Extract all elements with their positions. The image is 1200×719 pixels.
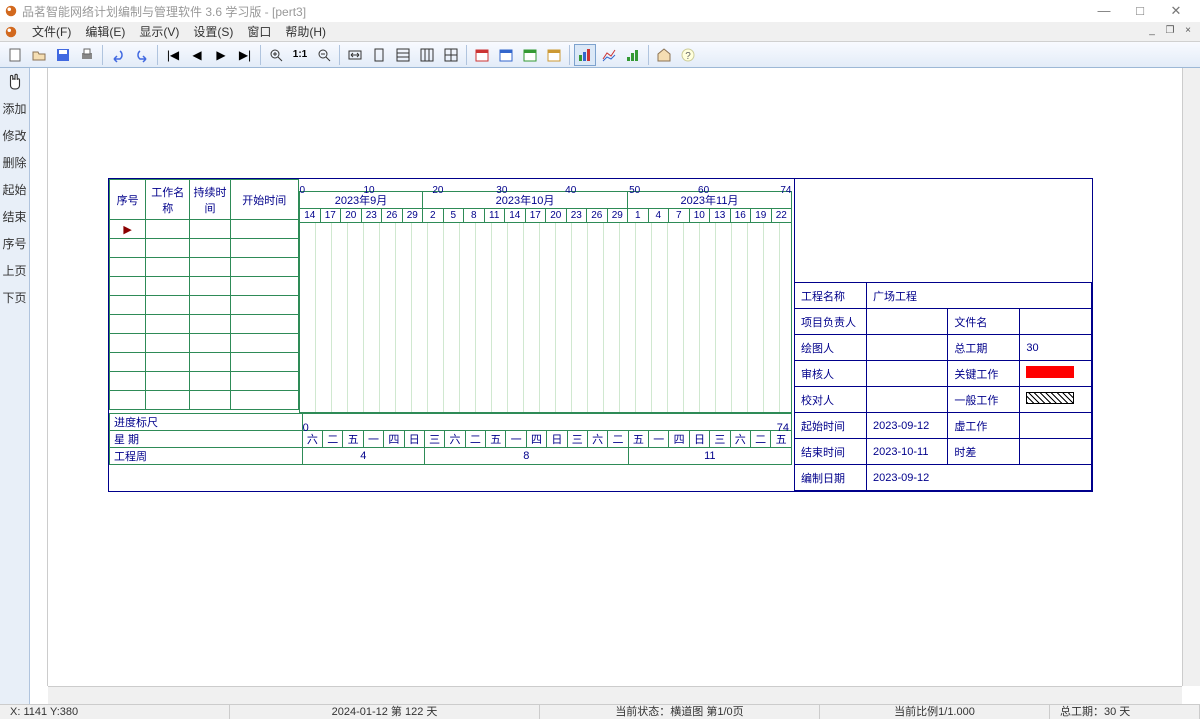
menu-view[interactable]: 显示(V)	[133, 21, 185, 42]
sidebar-delete[interactable]: 删除	[2, 150, 28, 175]
print-button[interactable]	[76, 44, 98, 66]
timeline-days-row: 1417202326292581114172023262914710131619…	[300, 208, 792, 222]
end-date-value: 2023-10-11	[867, 439, 948, 465]
redo-button[interactable]	[131, 44, 153, 66]
proj-name-value: 广场工程	[867, 283, 1092, 309]
table-row[interactable]	[110, 296, 299, 315]
gantt-area[interactable]	[299, 223, 792, 413]
minimize-button[interactable]: ―	[1090, 3, 1118, 19]
mdi-close[interactable]: ×	[1180, 25, 1196, 39]
app-icon	[4, 4, 18, 18]
menu-help[interactable]: 帮助(H)	[279, 21, 332, 42]
app-icon-small	[4, 25, 18, 39]
sidebar-end[interactable]: 结束	[2, 204, 28, 229]
maximize-button[interactable]: □	[1126, 3, 1154, 19]
help-button[interactable]: ?	[677, 44, 699, 66]
normal-legend-icon	[1026, 392, 1074, 404]
zoom-in-button[interactable]	[265, 44, 287, 66]
menu-bar: 文件(F) 编辑(E) 显示(V) 设置(S) 窗口 帮助(H) _ ❐ ×	[0, 22, 1200, 42]
menu-file[interactable]: 文件(F)	[26, 21, 77, 42]
menu-settings[interactable]: 设置(S)	[187, 21, 239, 42]
mdi-restore[interactable]: ❐	[1162, 25, 1178, 39]
total-duration-value: 30	[1020, 335, 1092, 361]
header-start: 开始时间	[230, 180, 298, 220]
table-row[interactable]	[110, 239, 299, 258]
canvas-area: 序号 工作名称 持续时间 开始时间 ▶	[30, 68, 1200, 704]
svg-text:?: ?	[685, 51, 691, 62]
start-date-value: 2023-09-12	[867, 413, 948, 439]
table-row[interactable]	[110, 277, 299, 296]
grid3-button[interactable]	[440, 44, 462, 66]
menu-edit[interactable]: 编辑(E)	[79, 21, 131, 42]
status-coords: X: 1141 Y:380	[0, 705, 230, 719]
prev-button[interactable]: ◀	[186, 44, 208, 66]
table-row[interactable]	[110, 391, 299, 410]
sidebar-add[interactable]: 添加	[2, 96, 28, 121]
month-1: 2023年9月	[300, 191, 423, 208]
sidebar-start[interactable]: 起始	[2, 177, 28, 202]
toolbar: |◀ ◀ ▶ ▶| 1:1 ?	[0, 42, 1200, 68]
zoom-11-button[interactable]: 1:1	[289, 44, 311, 66]
chart3-button[interactable]	[622, 44, 644, 66]
critical-legend-icon	[1026, 366, 1074, 378]
header-seq: 序号	[110, 180, 146, 220]
mdi-minimize[interactable]: _	[1144, 25, 1160, 39]
sidebar-modify[interactable]: 修改	[2, 123, 28, 148]
sidebar-next[interactable]: 下页	[2, 285, 28, 310]
sidebar-seq[interactable]: 序号	[2, 231, 28, 256]
zoom-out-button[interactable]	[313, 44, 335, 66]
fit-height-button[interactable]	[368, 44, 390, 66]
status-state: 当前状态：横道图 第1/0页	[540, 705, 820, 719]
next-button[interactable]: ▶	[210, 44, 232, 66]
vertical-scrollbar[interactable]	[1182, 68, 1200, 686]
window-title: 品茗智能网络计划编制与管理软件 3.6 学习版 - [pert3]	[22, 3, 1090, 20]
eng-week-label: 工程周	[110, 447, 303, 464]
row-marker-icon: ▶	[123, 224, 131, 236]
header-duration: 持续时间	[190, 180, 230, 220]
sidebar-prev[interactable]: 上页	[2, 258, 28, 283]
table-row[interactable]	[110, 353, 299, 372]
table-row[interactable]: ▶	[110, 220, 299, 239]
save-button[interactable]	[52, 44, 74, 66]
last-button[interactable]: ▶|	[234, 44, 256, 66]
header-name: 工作名称	[146, 180, 190, 220]
chart1-button[interactable]	[574, 44, 596, 66]
status-total: 总工期：30 天	[1050, 705, 1200, 719]
menu-window[interactable]: 窗口	[241, 21, 277, 42]
made-date-value: 2023-09-12	[867, 465, 1092, 491]
chart2-button[interactable]	[598, 44, 620, 66]
fit-width-button[interactable]	[344, 44, 366, 66]
cal3-button[interactable]	[519, 44, 541, 66]
status-scale: 当前比例1/1.000	[820, 705, 1050, 719]
gantt-chart: 序号 工作名称 持续时间 开始时间 ▶	[108, 178, 1093, 492]
hand-icon[interactable]	[5, 72, 25, 90]
month-3: 2023年11月	[628, 191, 792, 208]
first-button[interactable]: |◀	[162, 44, 184, 66]
horizontal-scrollbar[interactable]	[48, 686, 1182, 704]
left-sidebar: 添加 修改 删除 起始 结束 序号 上页 下页	[0, 68, 30, 704]
info-panel: 工程名称广场工程 项目负责人文件名 绘图人总工期30 审核人关键工作 校对人一般…	[794, 179, 1092, 491]
table-row[interactable]	[110, 315, 299, 334]
new-button[interactable]	[4, 44, 26, 66]
open-button[interactable]	[28, 44, 50, 66]
table-row[interactable]	[110, 372, 299, 391]
home-button[interactable]	[653, 44, 675, 66]
cal2-button[interactable]	[495, 44, 517, 66]
month-2: 2023年10月	[423, 191, 628, 208]
status-date: 2024-01-12 第 122 天	[230, 705, 540, 719]
table-row[interactable]	[110, 258, 299, 277]
title-bar: 品茗智能网络计划编制与管理软件 3.6 学习版 - [pert3] ― □ ✕	[0, 0, 1200, 22]
vertical-ruler	[30, 68, 48, 686]
progress-scale-label: 进度标尺	[110, 413, 303, 430]
grid1-button[interactable]	[392, 44, 414, 66]
status-bar: X: 1141 Y:380 2024-01-12 第 122 天 当前状态：横道…	[0, 704, 1200, 719]
week-label: 星 期	[110, 430, 303, 447]
canvas[interactable]: 序号 工作名称 持续时间 开始时间 ▶	[48, 68, 1182, 686]
grid2-button[interactable]	[416, 44, 438, 66]
cal1-button[interactable]	[471, 44, 493, 66]
close-button[interactable]: ✕	[1162, 3, 1190, 19]
table-row[interactable]	[110, 334, 299, 353]
undo-button[interactable]	[107, 44, 129, 66]
cal4-button[interactable]	[543, 44, 565, 66]
